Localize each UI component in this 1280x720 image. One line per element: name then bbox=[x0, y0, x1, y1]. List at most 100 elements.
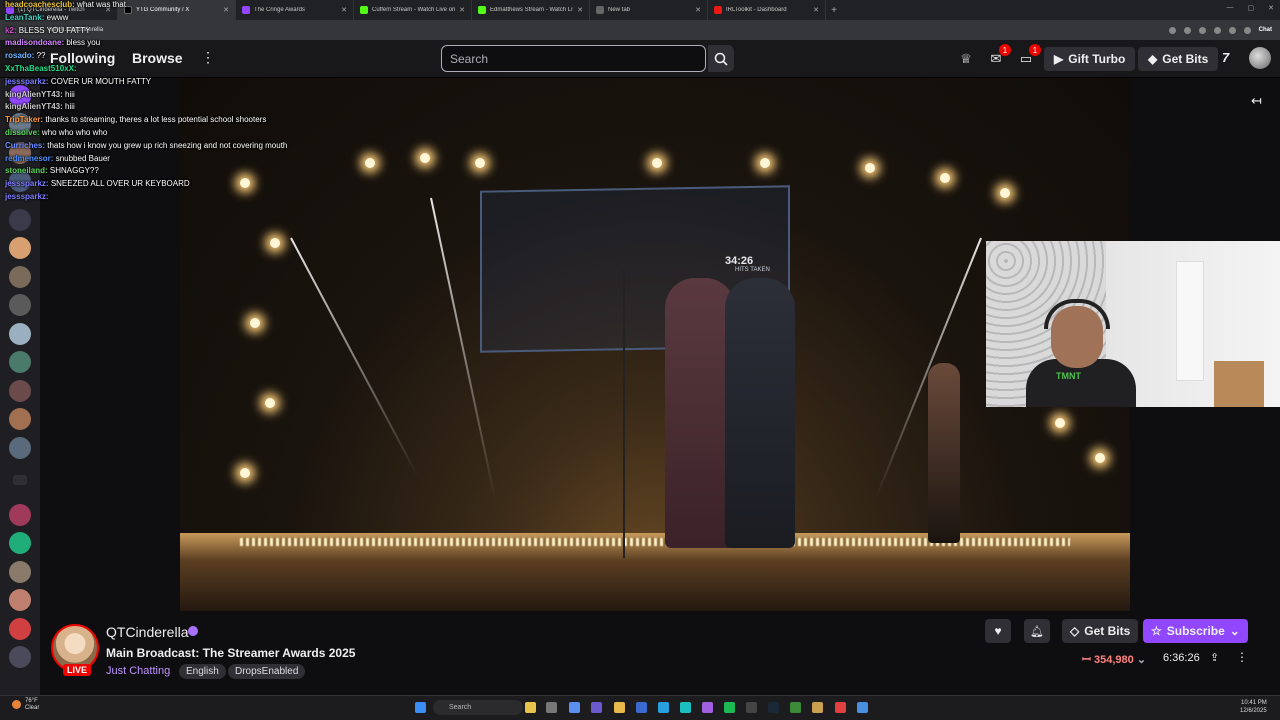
sidebar-channel-avatar[interactable] bbox=[9, 437, 31, 459]
taskbar-search[interactable]: Search bbox=[433, 700, 523, 715]
user-avatar[interactable] bbox=[1249, 47, 1271, 69]
more-options-icon[interactable]: ⋮ bbox=[1236, 650, 1248, 664]
notification-bell-button[interactable]: 🔔︎ bbox=[1024, 619, 1050, 643]
zoom-icon[interactable] bbox=[1168, 26, 1176, 34]
chat-username[interactable]: kingAlienYT43: bbox=[5, 102, 63, 111]
chat-username[interactable]: kingAlienYT43: bbox=[5, 90, 63, 99]
sidebar-channel-avatar[interactable] bbox=[9, 408, 31, 430]
taskbar-app-icon[interactable] bbox=[569, 702, 580, 713]
minimize-icon[interactable]: — bbox=[1227, 4, 1234, 12]
sidebar-channel-avatar[interactable] bbox=[9, 323, 31, 345]
maximize-icon[interactable]: ▢ bbox=[1248, 4, 1255, 12]
task-view-icon[interactable] bbox=[546, 702, 557, 713]
taskbar-app-icon[interactable] bbox=[790, 702, 801, 713]
chat-username[interactable]: dissolve: bbox=[5, 128, 40, 137]
chat-username[interactable]: redmenesor: bbox=[5, 154, 53, 163]
taskbar-app-icon[interactable] bbox=[636, 702, 647, 713]
gift-turbo-button[interactable]: ▶ Gift Turbo bbox=[1044, 47, 1136, 71]
chat-username[interactable]: jesssparkz: bbox=[5, 179, 49, 188]
sidebar-channel-avatar[interactable] bbox=[9, 209, 31, 231]
chat-username[interactable]: jesssparkz: bbox=[5, 77, 49, 86]
chat-username[interactable]: Curriches: bbox=[5, 141, 45, 150]
browser-tab[interactable]: Edmatthews Stream - Watch Live ✕ bbox=[472, 0, 590, 20]
browser-tab[interactable]: YTG Community / X ✕ bbox=[118, 0, 236, 20]
chat-username[interactable]: headcoachesclub: bbox=[5, 0, 75, 9]
spotify-icon[interactable] bbox=[724, 702, 735, 713]
close-tab-icon[interactable]: ✕ bbox=[577, 6, 583, 14]
channel-name[interactable]: QTCinderella bbox=[106, 624, 188, 640]
sidebar-channel-avatar[interactable] bbox=[9, 380, 31, 402]
chrome-icon[interactable] bbox=[835, 702, 846, 713]
follow-heart-button[interactable]: ♥ bbox=[985, 619, 1011, 643]
prime-crown-icon[interactable]: ♕ bbox=[957, 50, 975, 68]
sidebar-channel-avatar[interactable] bbox=[9, 561, 31, 583]
close-tab-icon[interactable]: ✕ bbox=[341, 6, 347, 14]
search-button[interactable] bbox=[708, 45, 734, 72]
weather-widget[interactable]: 76°F Clear bbox=[25, 698, 39, 712]
search-input[interactable]: Search bbox=[441, 45, 706, 72]
profile-icon[interactable] bbox=[1243, 26, 1251, 34]
chat-username[interactable]: rosado: bbox=[5, 51, 34, 60]
windows-start-icon[interactable] bbox=[415, 702, 426, 713]
close-window-icon[interactable]: ✕ bbox=[1268, 4, 1274, 12]
new-tab-button[interactable]: + bbox=[826, 5, 842, 16]
chat-username[interactable]: madisondoane: bbox=[5, 38, 64, 47]
whispers-icon[interactable]: ▭ 1 bbox=[1017, 44, 1041, 68]
file-explorer-icon[interactable] bbox=[614, 702, 625, 713]
extension-icon[interactable] bbox=[1198, 26, 1206, 34]
inbox-icon[interactable]: ✉ 1 bbox=[987, 44, 1011, 68]
sidebar-channel-avatar[interactable] bbox=[9, 294, 31, 316]
sidebar-channel-avatar[interactable] bbox=[9, 237, 31, 259]
taskbar-app-icon[interactable] bbox=[812, 702, 823, 713]
sidebar-channel-avatar[interactable] bbox=[9, 266, 31, 288]
expand-panel-icon[interactable]: ↤ bbox=[1251, 93, 1262, 109]
browser-tab[interactable]: IRLToolkit - Dashboard ✕ bbox=[708, 0, 826, 20]
sidebar-channel-avatar[interactable] bbox=[9, 504, 31, 526]
taskbar-app-icon[interactable] bbox=[658, 702, 669, 713]
chat-username[interactable]: LeanTank: bbox=[5, 13, 44, 22]
sidebar-channel-avatar[interactable] bbox=[9, 618, 31, 640]
steam-icon[interactable] bbox=[768, 702, 779, 713]
browser-tab[interactable]: The Cringe Awards ✕ bbox=[236, 0, 354, 20]
close-tab-icon[interactable]: ✕ bbox=[813, 6, 819, 14]
sidebar-channel-avatar[interactable] bbox=[9, 646, 31, 668]
browser-tab[interactable]: New tab ✕ bbox=[590, 0, 708, 20]
taskbar-app-icon[interactable] bbox=[746, 702, 757, 713]
close-tab-icon[interactable]: ✕ bbox=[223, 6, 229, 14]
chat-extension-button[interactable]: Chat bbox=[1259, 27, 1272, 33]
url-field[interactable]: twitch.tv/qtcinderella bbox=[49, 27, 1169, 33]
taskbar-app-icon[interactable] bbox=[702, 702, 713, 713]
get-bits-button[interactable]: ◇ Get Bits bbox=[1062, 619, 1139, 643]
close-tab-icon[interactable]: ✕ bbox=[459, 6, 465, 14]
taskbar-app-icon[interactable] bbox=[680, 702, 691, 713]
sidebar-channel-avatar[interactable] bbox=[9, 351, 31, 373]
nav-browse-link[interactable]: Browse bbox=[132, 50, 183, 66]
taskbar-app-icon[interactable] bbox=[525, 702, 536, 713]
chat-username[interactable]: stoneiland: bbox=[5, 166, 48, 175]
tag-english[interactable]: English bbox=[179, 664, 226, 679]
chevron-down-icon[interactable]: ⌄ bbox=[1137, 654, 1146, 666]
subscribe-button[interactable]: ☆ Subscribe ⌄ bbox=[1143, 619, 1248, 643]
taskbar-clock[interactable]: 10:41 PM 12/6/2025 bbox=[1240, 699, 1267, 715]
chat-username[interactable]: XxThaBeast510xX: bbox=[5, 64, 77, 73]
browser-tab[interactable]: Cuffem Stream - Watch Live on Ki ✕ bbox=[354, 0, 472, 20]
chat-username[interactable]: k2: bbox=[5, 26, 17, 35]
share-icon[interactable]: ⇪ bbox=[1210, 651, 1219, 664]
tag-dropsenabled[interactable]: DropsEnabled bbox=[228, 664, 306, 679]
taskbar-app-icon[interactable] bbox=[857, 702, 868, 713]
chat-username[interactable]: TripTaker: bbox=[5, 115, 43, 124]
close-tab-icon[interactable]: ✕ bbox=[695, 6, 701, 14]
chat-username[interactable]: jesssparkz: bbox=[5, 192, 49, 201]
sidebar-channel-avatar[interactable] bbox=[9, 532, 31, 554]
taskbar-app-icon[interactable] bbox=[591, 702, 602, 713]
new-tab-favicon-icon bbox=[596, 6, 604, 14]
chat-message: rosado: ?? bbox=[5, 51, 45, 60]
7tv-extension-icon[interactable]: 7 bbox=[1222, 50, 1229, 65]
category-link[interactable]: Just Chatting bbox=[106, 665, 170, 677]
sidebar-channel-avatar[interactable] bbox=[9, 589, 31, 611]
extension-icon[interactable] bbox=[1228, 26, 1236, 34]
get-bits-top-button[interactable]: ◆ Get Bits bbox=[1138, 47, 1219, 71]
extension-icon[interactable] bbox=[1213, 26, 1221, 34]
bookmark-star-icon[interactable] bbox=[1183, 26, 1191, 34]
more-menu-icon[interactable]: ⋮ bbox=[201, 49, 215, 66]
